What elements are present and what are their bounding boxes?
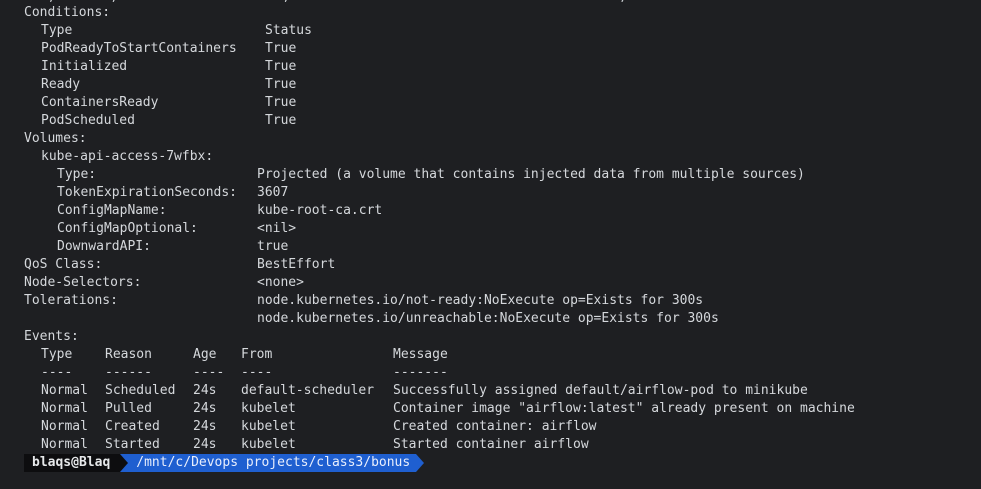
conditions-header-status: Status	[265, 23, 312, 38]
event-age: 24s	[193, 383, 217, 398]
event-message: Created container: airflow	[393, 419, 597, 434]
volume-field-value: 3607	[257, 185, 289, 200]
events-separator: ------	[105, 365, 152, 380]
prompt-current-path: /mnt/c/Devops projects/class3/bonus	[128, 454, 417, 472]
volume-field-value: true	[257, 239, 289, 254]
event-from: kubelet	[241, 419, 296, 434]
node-selectors-value: <none>	[257, 275, 304, 290]
events-separator: -------	[393, 365, 448, 380]
shell-prompt[interactable]: blaqs@Blaq /mnt/c/Devops projects/class3…	[24, 454, 425, 472]
condition-status: True	[265, 59, 297, 74]
event-type: Normal	[41, 401, 88, 416]
volume-name: kube-api-access-7wfbx:	[41, 149, 214, 164]
events-header-reason: Reason	[105, 347, 152, 362]
volume-field-value: Projected (a volume that contains inject…	[257, 167, 805, 182]
condition-status: True	[265, 41, 297, 56]
event-from: kubelet	[241, 437, 296, 452]
event-from: kubelet	[241, 401, 296, 416]
event-age: 24s	[193, 437, 217, 452]
tolerations-key: Tolerations:	[24, 293, 118, 308]
event-message: Container image "airflow:latest" already…	[393, 401, 855, 416]
condition-status: True	[265, 113, 297, 128]
prompt-end-arrow-icon	[416, 454, 425, 472]
events-header-type: Type	[41, 347, 73, 362]
event-message: Started container airflow	[393, 437, 589, 452]
events-header-message: Message	[393, 347, 448, 362]
terminal-window[interactable]: . , , , . , . Conditions: Type Status Po…	[0, 0, 981, 489]
condition-status: True	[265, 95, 297, 110]
volume-field-key: DownwardAPI:	[57, 239, 151, 254]
condition-type: PodReadyToStartContainers	[41, 41, 237, 56]
events-header-age: Age	[193, 347, 217, 362]
scrolled-line-fragment: . , , , . , .	[24, 0, 704, 4]
event-type: Normal	[41, 383, 88, 398]
events-header-from: From	[241, 347, 273, 362]
events-separator: ----	[193, 365, 225, 380]
event-reason: Created	[105, 419, 160, 434]
condition-type: Initialized	[41, 59, 128, 74]
condition-type: Ready	[41, 77, 81, 92]
volume-field-key: ConfigMapOptional:	[57, 221, 198, 236]
condition-type: ContainersReady	[41, 95, 159, 110]
conditions-heading: Conditions:	[24, 5, 111, 20]
event-type: Normal	[41, 437, 88, 452]
volumes-heading: Volumes:	[24, 131, 87, 146]
events-separator: ----	[41, 365, 73, 380]
volume-field-key: ConfigMapName:	[57, 203, 167, 218]
event-type: Normal	[41, 419, 88, 434]
qos-class-key: QoS Class:	[24, 257, 103, 272]
events-separator: ----	[241, 365, 273, 380]
volume-field-key: TokenExpirationSeconds:	[57, 185, 238, 200]
event-message: Successfully assigned default/airflow-po…	[393, 383, 808, 398]
event-age: 24s	[193, 419, 217, 434]
condition-type: PodScheduled	[41, 113, 135, 128]
prompt-separator-arrow-icon	[120, 454, 129, 472]
event-reason: Started	[105, 437, 160, 452]
event-reason: Scheduled	[105, 383, 176, 398]
condition-status: True	[265, 77, 297, 92]
qos-class-value: BestEffort	[257, 257, 336, 272]
volume-field-key: Type:	[57, 167, 97, 182]
volume-field-value: <nil>	[257, 221, 297, 236]
event-from: default-scheduler	[241, 383, 375, 398]
volume-field-value: kube-root-ca.crt	[257, 203, 383, 218]
conditions-header-type: Type	[41, 23, 73, 38]
prompt-user-host: blaqs@Blaq	[24, 454, 121, 472]
event-age: 24s	[193, 401, 217, 416]
toleration-value: node.kubernetes.io/not-ready:NoExecute o…	[257, 293, 704, 308]
node-selectors-key: Node-Selectors:	[24, 275, 142, 290]
events-heading: Events:	[24, 329, 79, 344]
event-reason: Pulled	[105, 401, 152, 416]
toleration-value: node.kubernetes.io/unreachable:NoExecute…	[257, 311, 719, 326]
